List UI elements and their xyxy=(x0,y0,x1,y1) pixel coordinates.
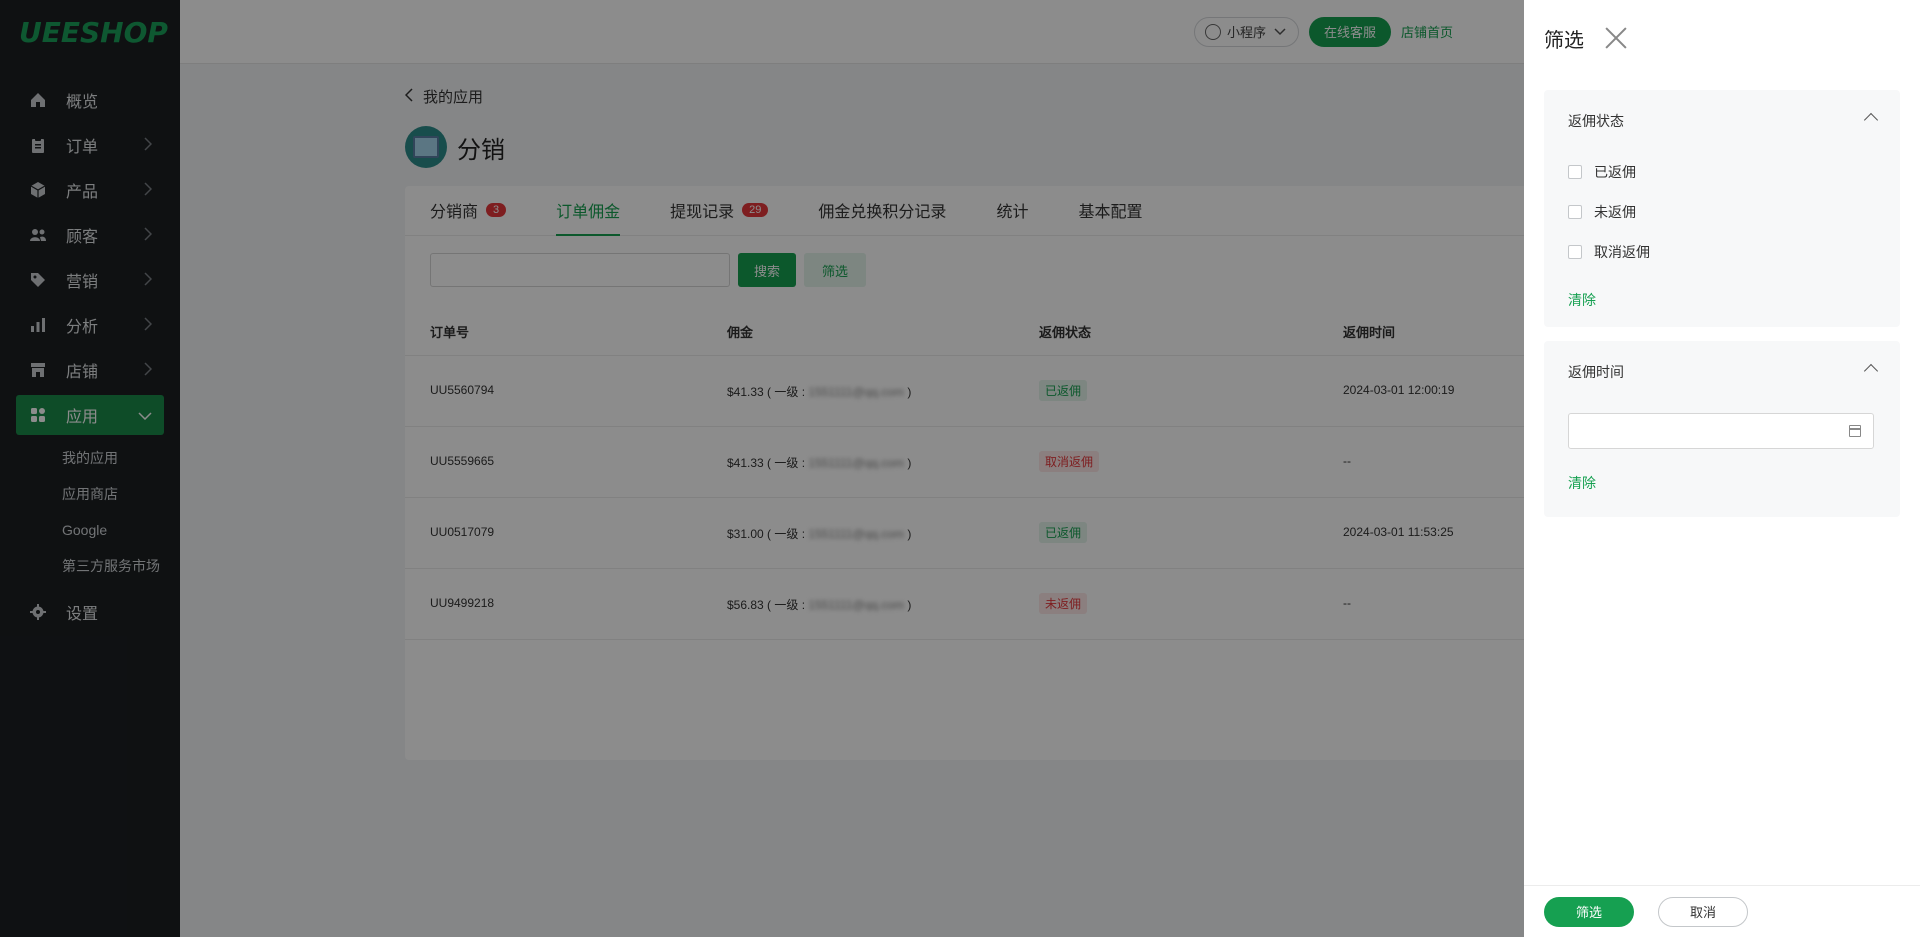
section-header[interactable]: 返佣状态 xyxy=(1568,90,1879,152)
drawer-header: 筛选 xyxy=(1524,0,1920,76)
clear-time-link[interactable]: 清除 xyxy=(1568,449,1876,517)
status-option-cancelled[interactable]: 取消返佣 xyxy=(1568,232,1876,272)
option-label: 未返佣 xyxy=(1594,204,1636,220)
calendar-icon xyxy=(1849,425,1861,437)
section-title: 返佣状态 xyxy=(1568,113,1624,129)
section-title: 返佣时间 xyxy=(1568,364,1624,380)
chevron-up-icon xyxy=(1863,363,1879,379)
filter-section-status: 返佣状态 已返佣 未返佣 取消返佣 清除 xyxy=(1544,90,1900,327)
drawer-title: 筛选 xyxy=(1544,29,1584,52)
status-option-not-returned[interactable]: 未返佣 xyxy=(1568,192,1876,232)
apply-filter-button[interactable]: 筛选 xyxy=(1544,896,1634,927)
checkbox[interactable] xyxy=(1568,245,1582,259)
date-range-input[interactable] xyxy=(1568,413,1874,449)
chevron-up-icon xyxy=(1863,112,1879,128)
cancel-button[interactable]: 取消 xyxy=(1658,896,1748,927)
close-icon[interactable] xyxy=(1604,26,1628,50)
section-header[interactable]: 返佣时间 xyxy=(1568,341,1879,403)
drawer-footer: 筛选 取消 xyxy=(1524,885,1920,937)
filter-section-time: 返佣时间 清除 xyxy=(1544,341,1900,517)
clear-status-link[interactable]: 清除 xyxy=(1568,272,1876,327)
option-label: 取消返佣 xyxy=(1594,244,1650,260)
option-label: 已返佣 xyxy=(1594,164,1636,180)
checkbox[interactable] xyxy=(1568,165,1582,179)
checkbox[interactable] xyxy=(1568,205,1582,219)
status-option-returned[interactable]: 已返佣 xyxy=(1568,152,1876,192)
modal-overlay[interactable] xyxy=(0,0,1524,937)
filter-drawer: 筛选 返佣状态 已返佣 未返佣 取消返佣 清除 返佣时间 清除 筛选 取消 xyxy=(1524,0,1920,937)
